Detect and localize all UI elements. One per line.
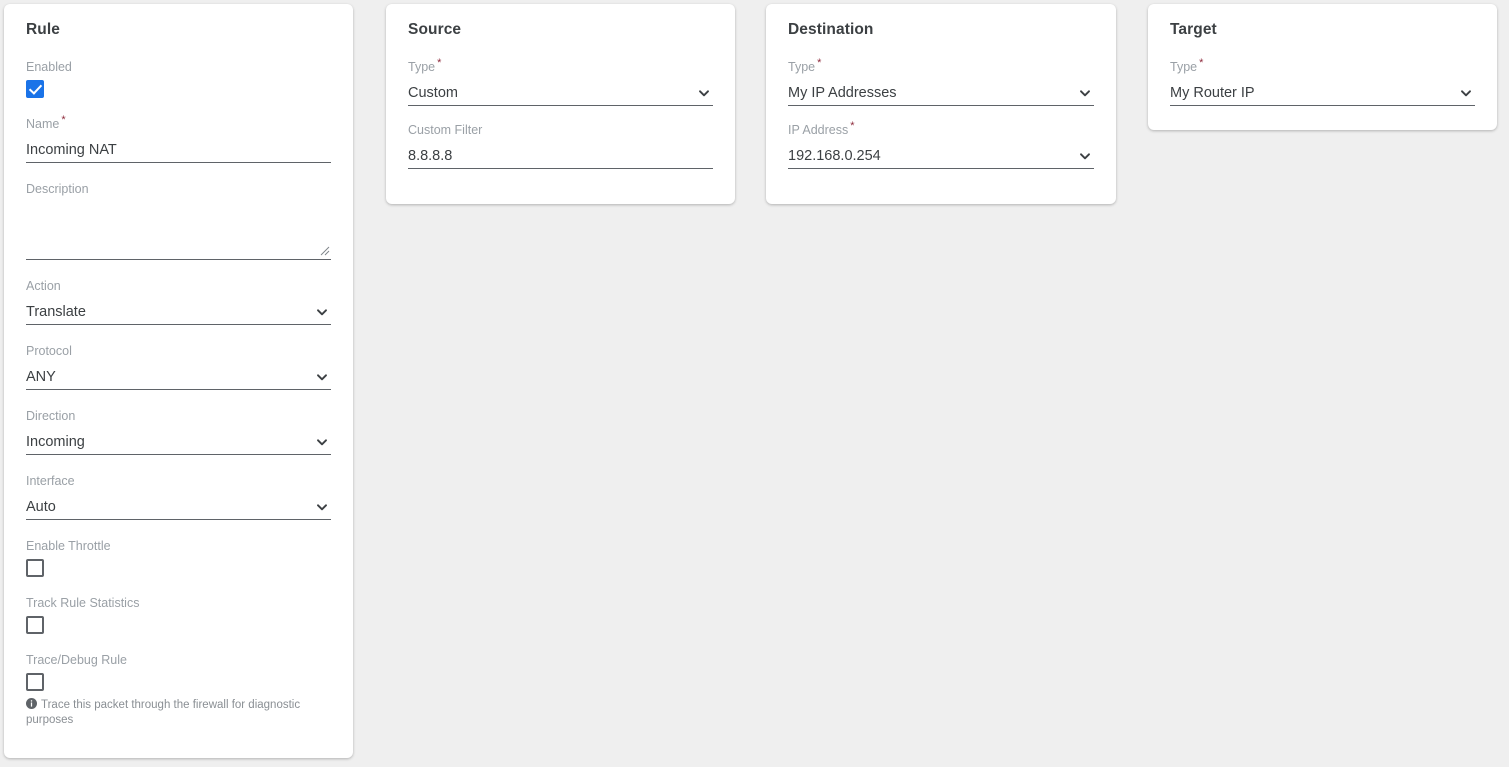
chevron-down-icon[interactable] [315, 370, 329, 384]
destination-type-label-text: Type [788, 60, 816, 74]
source-type-select[interactable]: Custom [408, 80, 713, 106]
name-field: Name * Incoming NAT [26, 113, 331, 163]
direction-label: Direction [26, 409, 76, 423]
action-select[interactable]: Translate [26, 299, 331, 325]
protocol-select-value: ANY [26, 368, 56, 385]
action-select-value: Translate [26, 303, 86, 320]
name-input[interactable]: Incoming NAT [26, 137, 331, 163]
source-type-label-text: Type [408, 60, 436, 74]
destination-ip-address-select-value: 192.168.0.254 [788, 147, 881, 164]
destination-ip-address-select[interactable]: 192.168.0.254 [788, 143, 1094, 169]
target-type-label-text: Type [1170, 60, 1198, 74]
required-asterisk: * [1199, 56, 1204, 69]
destination-ip-address-label: IP Address * [788, 119, 1094, 138]
name-input-value: Incoming NAT [26, 141, 117, 158]
required-asterisk: * [61, 113, 66, 126]
chevron-down-icon[interactable] [1078, 86, 1092, 100]
interface-select-value: Auto [26, 498, 56, 515]
destination-card: Destination Type * My IP Addresses IP Add… [766, 4, 1116, 204]
target-card-title: Target [1170, 21, 1217, 38]
rule-card: Rule Enabled Name * Incoming NAT Descript… [4, 4, 353, 758]
trace-debug-rule-label: Trace/Debug Rule [26, 653, 127, 667]
direction-select-value: Incoming [26, 433, 85, 450]
destination-type-select-value: My IP Addresses [788, 84, 897, 101]
source-custom-filter-field: Custom Filter 8.8.8.8 [408, 122, 713, 169]
chevron-down-icon[interactable] [315, 305, 329, 319]
source-card: Source Type * Custom Custom Filter 8.8.8.… [386, 4, 735, 204]
protocol-select[interactable]: ANY [26, 364, 331, 390]
destination-type-field: Type * My IP Addresses [788, 56, 1094, 106]
enabled-label: Enabled [26, 60, 72, 74]
destination-card-title: Destination [788, 21, 874, 38]
track-rule-statistics-field: Track Rule Statistics [26, 595, 331, 634]
target-type-field: Type * My Router IP [1170, 56, 1475, 106]
enabled-field: Enabled [26, 59, 331, 98]
info-icon [26, 698, 37, 709]
interface-field: Interface Auto [26, 473, 331, 520]
enabled-checkbox[interactable] [26, 80, 44, 98]
description-label: Description [26, 182, 89, 196]
source-custom-filter-label: Custom Filter [408, 123, 483, 137]
name-label: Name * [26, 113, 331, 132]
source-type-field: Type * Custom [408, 56, 713, 106]
target-type-label: Type * [1170, 56, 1475, 75]
trace-debug-rule-field: Trace/Debug Rule Trace this packet throu… [26, 652, 331, 728]
source-type-select-value: Custom [408, 84, 458, 101]
description-textarea[interactable] [26, 202, 331, 260]
trace-debug-rule-hint-text: Trace this packet through the firewall f… [26, 699, 301, 726]
protocol-field: Protocol ANY [26, 343, 331, 390]
nat-rule-editor: Rule Enabled Name * Incoming NAT Descript… [0, 0, 1509, 767]
interface-label: Interface [26, 474, 75, 488]
enable-throttle-checkbox[interactable] [26, 559, 44, 577]
source-custom-filter-input[interactable]: 8.8.8.8 [408, 143, 713, 169]
description-field: Description [26, 181, 331, 260]
action-label: Action [26, 279, 61, 293]
chevron-down-icon[interactable] [1459, 86, 1473, 100]
chevron-down-icon[interactable] [315, 435, 329, 449]
required-asterisk: * [817, 56, 822, 69]
destination-type-select[interactable]: My IP Addresses [788, 80, 1094, 106]
rule-card-title: Rule [26, 21, 60, 38]
destination-ip-address-label-text: IP Address [788, 123, 849, 137]
destination-ip-address-field: IP Address * 192.168.0.254 [788, 119, 1094, 169]
required-asterisk: * [850, 119, 855, 132]
direction-field: Direction Incoming [26, 408, 331, 455]
track-rule-statistics-label: Track Rule Statistics [26, 596, 140, 610]
chevron-down-icon[interactable] [1078, 149, 1092, 163]
chevron-down-icon[interactable] [697, 86, 711, 100]
track-rule-statistics-checkbox[interactable] [26, 616, 44, 634]
source-custom-filter-input-value: 8.8.8.8 [408, 147, 453, 164]
required-asterisk: * [437, 56, 442, 69]
source-type-label: Type * [408, 56, 713, 75]
source-card-title: Source [408, 21, 462, 38]
action-field: Action Translate [26, 278, 331, 325]
enable-throttle-field: Enable Throttle [26, 538, 331, 577]
name-label-text: Name [26, 117, 60, 131]
direction-select[interactable]: Incoming [26, 429, 331, 455]
target-type-select-value: My Router IP [1170, 84, 1255, 101]
protocol-label: Protocol [26, 344, 72, 358]
target-type-select[interactable]: My Router IP [1170, 80, 1475, 106]
destination-type-label: Type * [788, 56, 1094, 75]
trace-debug-rule-checkbox[interactable] [26, 673, 44, 691]
trace-debug-rule-hint: Trace this packet through the firewall f… [26, 698, 326, 728]
enable-throttle-label: Enable Throttle [26, 539, 111, 553]
interface-select[interactable]: Auto [26, 494, 331, 520]
chevron-down-icon[interactable] [315, 500, 329, 514]
target-card: Target Type * My Router IP [1148, 4, 1497, 130]
resize-handle-icon[interactable] [320, 246, 330, 256]
